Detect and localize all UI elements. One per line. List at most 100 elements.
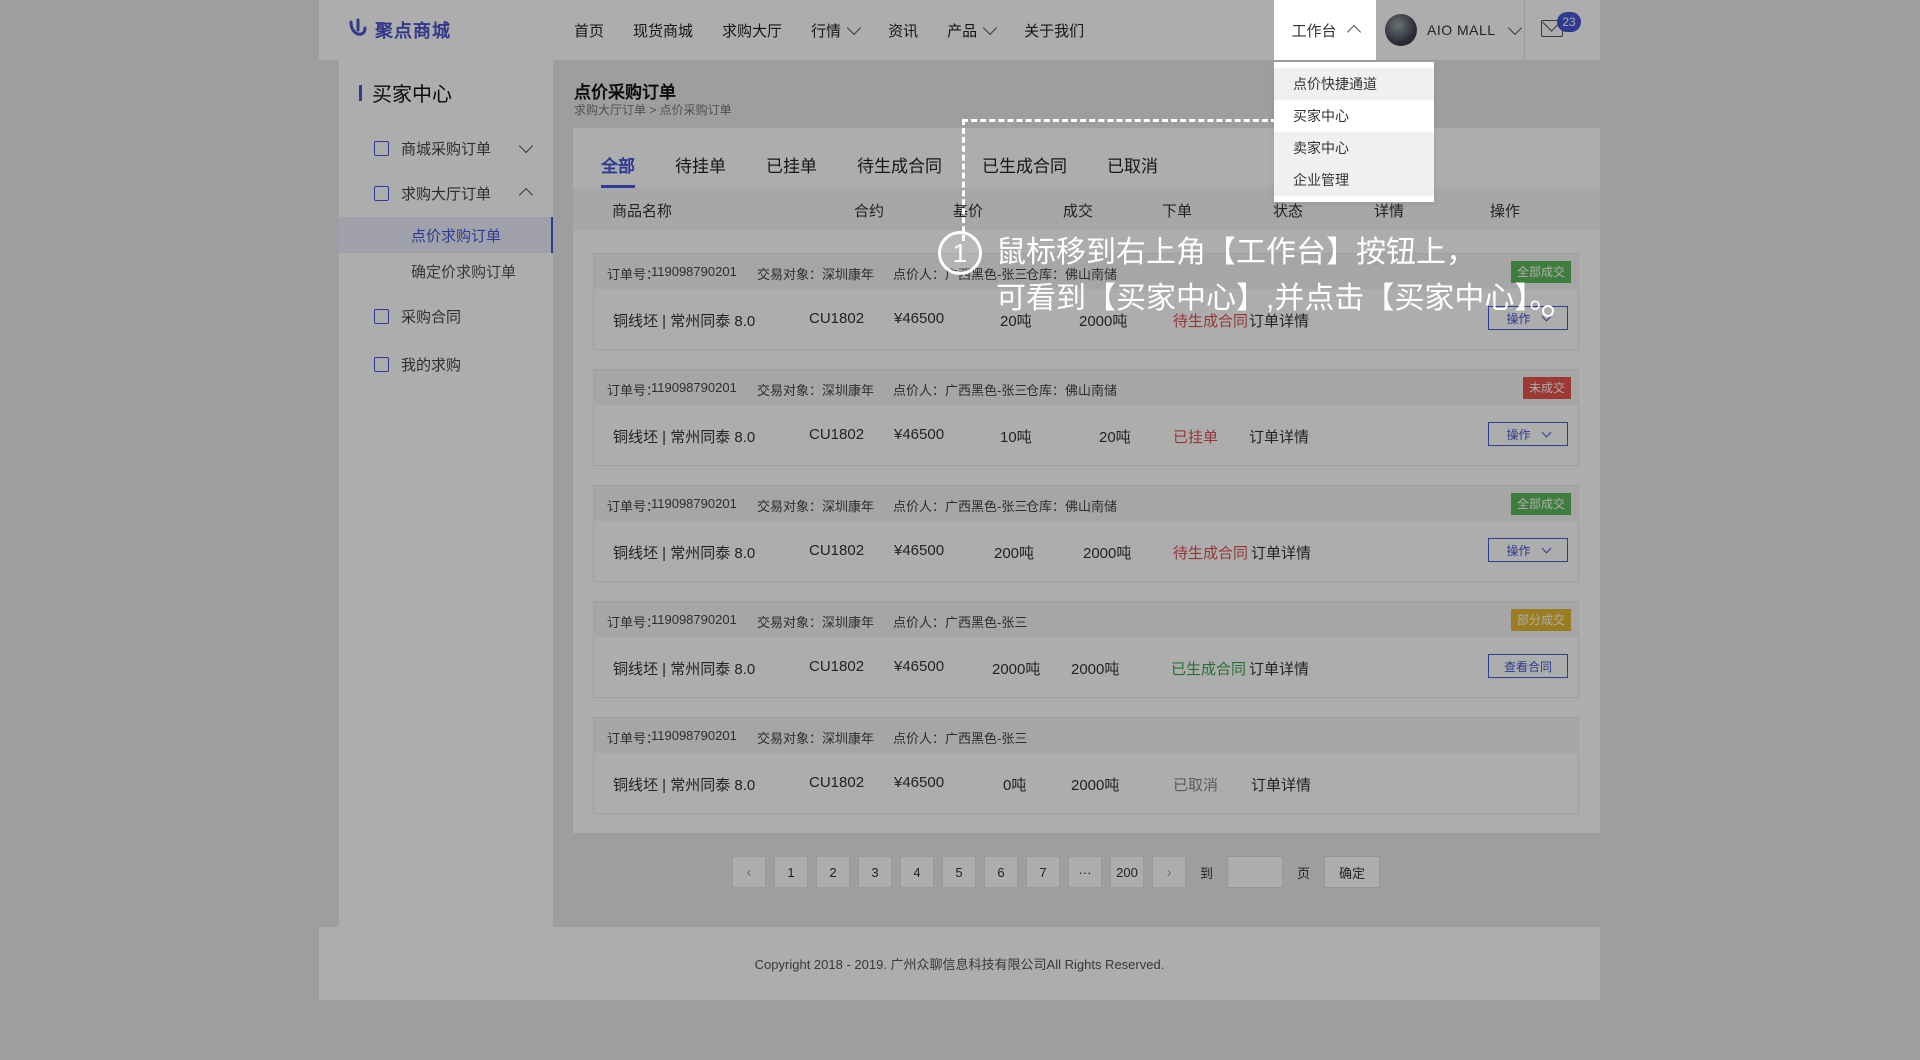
nav-spot-mall[interactable]: 现货商城	[633, 20, 693, 41]
step-number: 1	[938, 231, 982, 275]
view-contract-button[interactable]: 查看合同	[1488, 654, 1568, 678]
order-qty: 2000吨	[1071, 661, 1120, 678]
chevron-down-icon	[1507, 20, 1522, 35]
pagination: ‹ 1 2 3 4 5 6 7 ··· 200 › 到 页 确定	[732, 856, 1381, 888]
nav-news[interactable]: 资讯	[888, 20, 918, 41]
logo-text: 聚点商城	[375, 21, 451, 41]
nav-products[interactable]: 产品	[947, 20, 998, 41]
deal-qty: 200吨	[994, 545, 1035, 562]
page-button[interactable]: 2	[816, 856, 850, 888]
tab-pending-contract[interactable]: 待生成合同	[857, 152, 942, 188]
order-card: 订单号： 119098790201 交易对象：深圳康年 点价人：广西黑色-张三 …	[593, 717, 1579, 814]
page-button[interactable]: 6	[984, 856, 1018, 888]
avatar	[1385, 14, 1417, 46]
next-page-icon[interactable]: ›	[1152, 856, 1186, 888]
user-name: AIO MALL	[1427, 22, 1496, 38]
status-badge: 未成交	[1522, 377, 1571, 399]
nav-purchase-hall[interactable]: 求购大厅	[722, 20, 782, 41]
workbench-button[interactable]: 工作台	[1274, 0, 1376, 60]
order-header: 订单号： 119098790201 交易对象：深圳康年 点价人：广西黑色-张三	[594, 718, 1578, 753]
chevron-down-icon	[518, 138, 534, 153]
order-no: 119098790201	[651, 612, 737, 627]
menu-item-enterprise[interactable]: 企业管理	[1274, 164, 1434, 196]
user-menu[interactable]: AIO MALL	[1385, 0, 1522, 60]
status-text: 待生成合同	[1173, 545, 1249, 562]
tab-all[interactable]: 全部	[601, 152, 635, 188]
guide-line-2: 可看到【买家中心】,并点击【买家中心】。	[996, 282, 1560, 315]
product-name: 铜线坯 | 常州同泰 8.0	[613, 545, 756, 562]
table-row: 铜线坯 | 常州同泰 8.0 CU1802 ¥46500 0吨 2000吨 已取…	[594, 753, 1578, 815]
goto-confirm-button[interactable]: 确定	[1324, 856, 1381, 888]
deal-qty: 2000吨	[992, 661, 1041, 678]
guide-line-1: 鼠标移到右上角【工作台】按钮上，	[996, 236, 1476, 269]
tab-pending-listing[interactable]: 待挂单	[675, 152, 726, 188]
base-price: ¥46500	[894, 774, 945, 791]
contract: CU1802	[809, 658, 865, 675]
sidebar: 买家中心 商城采购订单 求购大厅订单 点价求购订单 确定价求购订单 采购合同 我…	[339, 60, 553, 927]
page-button[interactable]: 7	[1026, 856, 1060, 888]
order-qty: 2000吨	[1071, 777, 1120, 794]
menu-item-quick-pricing[interactable]: 点价快捷通道	[1274, 68, 1434, 100]
order-header: 订单号： 119098790201 交易对象：深圳康年 点价人：广西黑色-张三 …	[594, 370, 1578, 405]
status-text: 已生成合同	[1171, 661, 1247, 678]
action-button[interactable]: 操作	[1488, 422, 1568, 446]
chevron-down-icon	[846, 20, 862, 35]
status-text: 已挂单	[1173, 429, 1219, 446]
contract: CU1802	[809, 310, 865, 327]
logo[interactable]: 聚点商城	[347, 17, 451, 43]
nav-home[interactable]: 首页	[574, 20, 604, 41]
prev-page-icon[interactable]: ‹	[732, 856, 766, 888]
order-detail-link[interactable]: 订单详情	[1249, 426, 1309, 447]
order-no: 119098790201	[651, 728, 737, 743]
trade-party: 交易对象：深圳康年	[757, 499, 875, 514]
order-card: 订单号： 119098790201 交易对象：深圳康年 点价人：广西黑色-张三 …	[593, 369, 1579, 466]
trade-party: 交易对象：深圳康年	[757, 731, 875, 746]
page-button[interactable]: 1	[774, 856, 808, 888]
col-detail: 详情	[1374, 203, 1405, 220]
table-row: 铜线坯 | 常州同泰 8.0 CU1802 ¥46500 2000吨 2000吨…	[594, 637, 1578, 699]
page-button[interactable]: 5	[942, 856, 976, 888]
page-button[interactable]: 200	[1110, 856, 1144, 888]
warehouse: 仓库：佛山南储	[1026, 499, 1118, 514]
sidebar-title: 买家中心	[359, 78, 452, 107]
status-badge: 全部成交	[1510, 493, 1571, 515]
top-header: 聚点商城 首页 现货商城 求购大厅 行情 资讯 产品 关于我们 AIO MALL…	[319, 0, 1600, 60]
title-marker	[359, 84, 362, 101]
nav-about[interactable]: 关于我们	[1024, 20, 1084, 41]
sidebar-item-contracts[interactable]: 采购合同	[339, 296, 553, 336]
nav-market[interactable]: 行情	[811, 20, 862, 41]
contract: CU1802	[809, 542, 865, 559]
deal-qty: 10吨	[1000, 429, 1032, 446]
product-name: 铜线坯 | 常州同泰 8.0	[613, 661, 756, 678]
trade-party: 交易对象：深圳康年	[757, 383, 875, 398]
breadcrumb[interactable]: 求购大厅订单 > 点价采购订单	[574, 101, 732, 118]
page-button[interactable]: 3	[858, 856, 892, 888]
order-detail-link[interactable]: 订单详情	[1251, 542, 1311, 563]
contract: CU1802	[809, 426, 865, 443]
col-contract: 合约	[854, 203, 885, 220]
chevron-up-icon	[1346, 24, 1361, 40]
product-name: 铜线坯 | 常州同泰 8.0	[613, 429, 756, 446]
sidebar-item-my-requests[interactable]: 我的求购	[339, 344, 553, 384]
page-button[interactable]: 4	[900, 856, 934, 888]
menu-item-buyer-center[interactable]: 买家中心	[1274, 100, 1434, 132]
copyright-text: Copyright 2018 - 2019. 广州众聊信息科技有限公司All R…	[754, 957, 1165, 972]
page-ellipsis: ···	[1068, 856, 1102, 888]
order-detail-link[interactable]: 订单详情	[1249, 658, 1309, 679]
contract-icon	[374, 308, 389, 324]
order-no: 119098790201	[651, 496, 737, 511]
sidebar-subitem-fixed-orders[interactable]: 确定价求购订单	[339, 253, 553, 289]
page-number-input[interactable]	[1227, 856, 1284, 888]
sidebar-item-mall-orders[interactable]: 商城采购订单	[339, 128, 553, 168]
col-status: 状态	[1273, 203, 1304, 220]
action-button[interactable]: 操作	[1488, 538, 1568, 562]
sidebar-subitem-pricing-orders[interactable]: 点价求购订单	[339, 217, 553, 253]
table-row: 铜线坯 | 常州同泰 8.0 CU1802 ¥46500 200吨 2000吨 …	[594, 521, 1578, 583]
menu-item-seller-center[interactable]: 卖家中心	[1274, 132, 1434, 164]
sidebar-item-hall-orders[interactable]: 求购大厅订单	[339, 173, 553, 213]
order-detail-link[interactable]: 订单详情	[1251, 774, 1311, 795]
tab-listed[interactable]: 已挂单	[766, 152, 817, 188]
list-icon	[374, 185, 389, 201]
chevron-up-icon	[518, 187, 534, 203]
pricer: 点价人：广西黑色-张三	[893, 383, 1028, 398]
